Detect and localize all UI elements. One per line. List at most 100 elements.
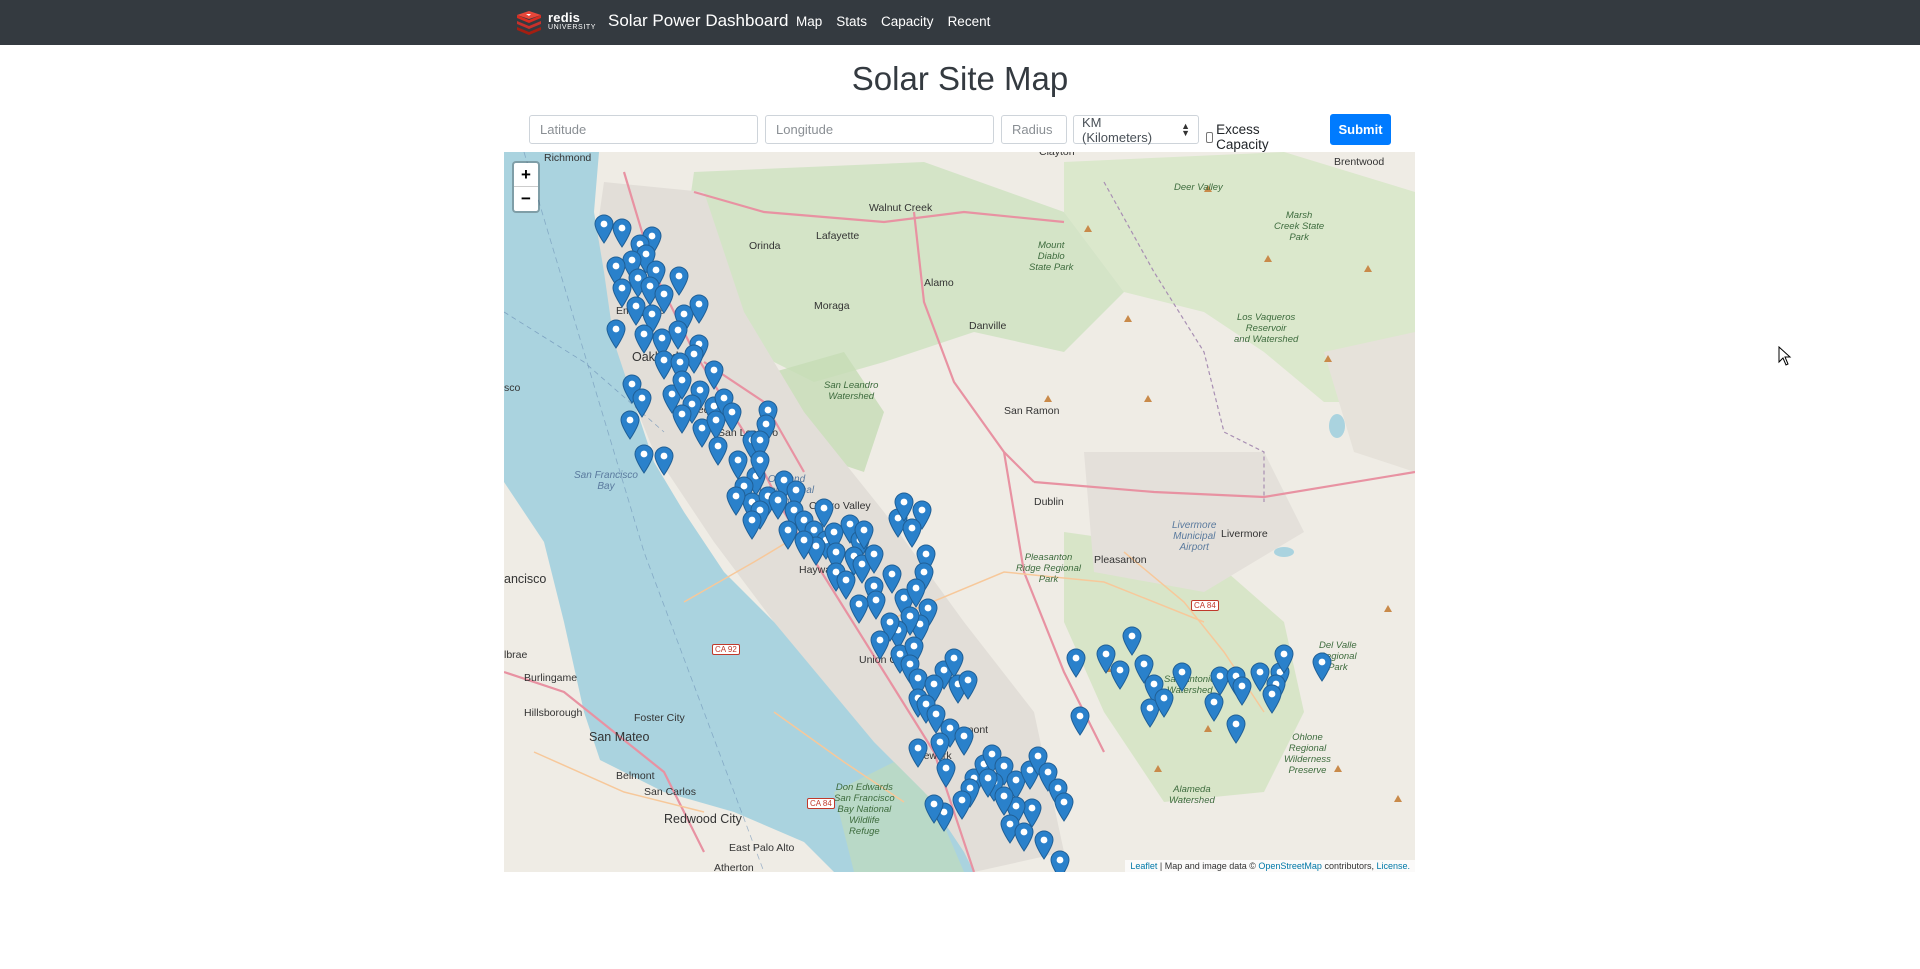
map-marker-icon[interactable] xyxy=(1312,652,1332,682)
place-label: Brentwood xyxy=(1334,156,1385,168)
map-marker-icon[interactable] xyxy=(849,594,869,624)
map-marker-icon[interactable] xyxy=(866,590,886,620)
longitude-input[interactable] xyxy=(765,115,994,144)
place-label: Pleasanton xyxy=(1094,554,1147,566)
unit-select-value: KM (Kilometers) xyxy=(1082,114,1153,145)
place-label: Atherton xyxy=(714,862,754,872)
map-marker-icon[interactable] xyxy=(1066,648,1086,678)
map-marker-icon[interactable] xyxy=(958,670,978,700)
app-title[interactable]: Solar Power Dashboard xyxy=(608,11,788,31)
map-marker-icon[interactable] xyxy=(794,530,814,560)
place-label: San Ramon xyxy=(1004,405,1060,417)
place-label: Dublin xyxy=(1034,496,1064,508)
place-label: lbrae xyxy=(504,649,528,661)
place-label: Foster City xyxy=(634,712,685,724)
place-label: sco xyxy=(504,382,521,394)
map-marker-icon[interactable] xyxy=(1262,684,1282,714)
place-label: Orinda xyxy=(749,240,781,252)
place-label: San Francisco Bay xyxy=(574,470,638,492)
place-label: Don Edwards San Francisco Bay National Wild… xyxy=(834,782,895,837)
nav-link-recent[interactable]: Recent xyxy=(948,14,991,29)
place-label: Hillsborough xyxy=(524,707,583,719)
map-marker-icon[interactable] xyxy=(1154,688,1174,718)
map-marker-icon[interactable] xyxy=(882,564,902,594)
excess-capacity-option[interactable]: Excess Capacity xyxy=(1206,122,1273,152)
map-marker-icon[interactable] xyxy=(708,436,728,466)
place-label: Moraga xyxy=(814,300,850,312)
place-label: Danville xyxy=(969,320,1007,332)
map-marker-icon[interactable] xyxy=(1204,692,1224,722)
map-marker-icon[interactable] xyxy=(870,630,890,660)
place-label: Redwood City xyxy=(664,812,742,826)
place-label: Walnut Creek xyxy=(869,202,933,214)
map-marker-icon[interactable] xyxy=(742,510,762,540)
map-marker-icon[interactable] xyxy=(1122,626,1142,656)
select-arrows-icon: ▲ ▼ xyxy=(1181,120,1190,138)
excess-capacity-label: Excess Capacity xyxy=(1216,122,1269,152)
map-marker-icon[interactable] xyxy=(1172,662,1192,692)
place-label: Pleasanton Ridge Regional Park xyxy=(1016,552,1081,585)
map-marker-icon[interactable] xyxy=(634,444,654,474)
place-label: Alamo xyxy=(924,277,954,289)
place-label: San Leandro Watershed xyxy=(824,380,879,402)
brand-logo-top: redis xyxy=(548,10,581,25)
map-marker-icon[interactable] xyxy=(1226,714,1246,744)
place-label: Mount Diablo State Park xyxy=(1029,240,1074,273)
osm-link[interactable]: OpenStreetMap xyxy=(1258,861,1322,871)
place-label: Livermore xyxy=(1221,528,1268,540)
zoom-out-button[interactable]: − xyxy=(514,187,538,210)
map-marker-icon[interactable] xyxy=(924,794,944,824)
attribution-text: | Map and image data © xyxy=(1157,861,1259,871)
place-label: Clayton xyxy=(1039,152,1075,158)
brand[interactable]: redis UNIVERSITY xyxy=(515,8,596,38)
nav-link-stats[interactable]: Stats xyxy=(836,14,867,29)
place-label: San Mateo xyxy=(589,730,650,744)
highway-shield: CA 92 xyxy=(712,644,740,655)
solar-site-map[interactable]: Richmond Walnut Creek Lafayette Orinda Morag… xyxy=(504,152,1415,872)
license-link[interactable]: License. xyxy=(1376,861,1410,871)
redis-logo-icon xyxy=(515,10,543,36)
leaflet-link[interactable]: Leaflet xyxy=(1130,861,1157,871)
submit-button[interactable]: Submit xyxy=(1330,114,1391,145)
map-marker-icon[interactable] xyxy=(672,404,692,434)
map-marker-icon[interactable] xyxy=(606,319,626,349)
map-marker-icon[interactable] xyxy=(654,446,674,476)
place-label: Los Vaqueros Reservoir and Watershed xyxy=(1234,312,1299,345)
map-marker-icon[interactable] xyxy=(1110,660,1130,690)
map-marker-icon[interactable] xyxy=(1054,792,1074,822)
place-label: San Carlos xyxy=(644,786,696,798)
map-marker-icon[interactable] xyxy=(1050,850,1070,872)
unit-select[interactable]: KM (Kilometers) ▲ ▼ xyxy=(1073,114,1199,145)
map-marker-icon[interactable] xyxy=(978,768,998,798)
map-marker-icon[interactable] xyxy=(1014,822,1034,852)
zoom-in-button[interactable]: + xyxy=(514,163,538,187)
nav-link-capacity[interactable]: Capacity xyxy=(881,14,934,29)
attribution-contributors: contributors, xyxy=(1321,861,1377,871)
map-marker-icon[interactable] xyxy=(612,218,632,248)
map-marker-icon[interactable] xyxy=(954,726,974,756)
place-label: Lafayette xyxy=(816,230,860,242)
mouse-cursor-icon xyxy=(1778,346,1792,366)
map-marker-icon[interactable] xyxy=(908,738,928,768)
nav-links: Map Stats Capacity Recent xyxy=(796,14,1004,29)
zoom-control: + − xyxy=(512,161,540,213)
map-marker-icon[interactable] xyxy=(1274,644,1294,674)
map-marker-icon[interactable] xyxy=(864,544,884,574)
brand-logo-bottom: UNIVERSITY xyxy=(548,24,597,31)
map-marker-icon[interactable] xyxy=(936,758,956,788)
map-marker-icon[interactable] xyxy=(634,324,654,354)
place-label: Marsh Creek State Park xyxy=(1274,210,1325,243)
map-marker-icon[interactable] xyxy=(1070,706,1090,736)
map-marker-icon[interactable] xyxy=(594,214,614,244)
latitude-input[interactable] xyxy=(529,115,758,144)
map-marker-icon[interactable] xyxy=(1232,676,1252,706)
map-marker-icon[interactable] xyxy=(750,450,770,480)
place-label: Deer Valley xyxy=(1174,182,1223,193)
excess-capacity-checkbox[interactable] xyxy=(1206,131,1214,143)
map-marker-icon[interactable] xyxy=(689,294,709,324)
map-marker-icon[interactable] xyxy=(952,790,972,820)
nav-link-map[interactable]: Map xyxy=(796,14,822,29)
place-label: Burlingame xyxy=(524,672,578,684)
map-marker-icon[interactable] xyxy=(620,410,640,440)
radius-input[interactable] xyxy=(1001,115,1067,144)
